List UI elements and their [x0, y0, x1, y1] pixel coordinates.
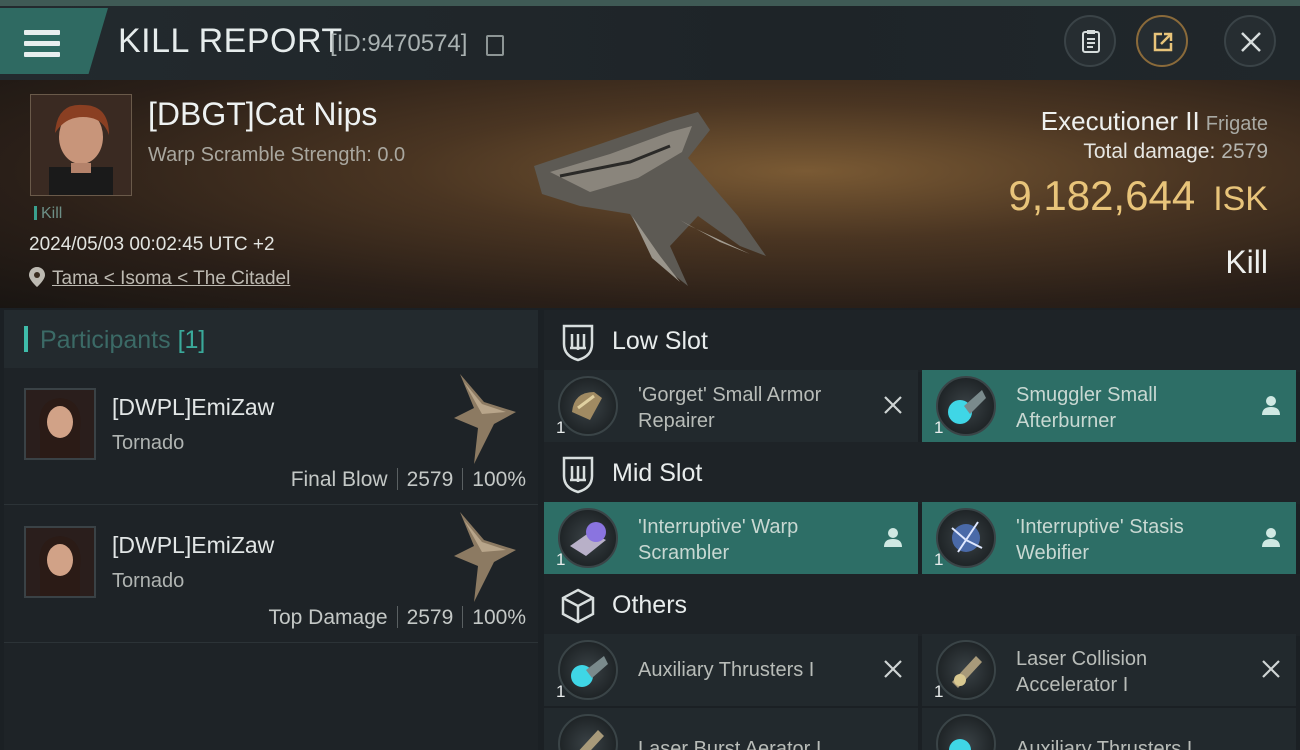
- module-item[interactable]: 1 'Interruptive' Stasis Webifier: [922, 502, 1296, 574]
- module-quantity: 1: [556, 550, 566, 569]
- ship-class: Frigate: [1205, 113, 1268, 135]
- page-title: KILL REPORT: [118, 22, 343, 60]
- module-icon: [936, 640, 996, 700]
- kill-tag: Kill: [34, 205, 62, 223]
- person-icon: [1262, 396, 1280, 415]
- module-quantity: 1: [934, 418, 944, 437]
- x-icon: [884, 396, 902, 414]
- victim-name[interactable]: [DBGT]Cat Nips: [148, 96, 377, 133]
- participant-ship: Tornado: [112, 570, 185, 592]
- module-quantity: 1: [556, 418, 566, 437]
- copy-icon[interactable]: [486, 35, 504, 56]
- participants-label: Participants: [40, 326, 171, 354]
- module-name: Laser Collision Accelerator I: [1016, 648, 1148, 696]
- module-icon: [558, 640, 618, 700]
- location-pin-icon: [29, 267, 45, 287]
- kill-result: Kill: [1225, 244, 1268, 280]
- participants-count: [1]: [177, 326, 206, 354]
- module-item[interactable]: 1 'Interruptive' Warp Scrambler: [544, 502, 918, 574]
- module-name: Laser Burst Aerator I: [638, 738, 822, 750]
- victim-ship-image[interactable]: [520, 96, 770, 291]
- module-item[interactable]: 1 'Gorget' Small Armor Repairer: [544, 370, 918, 442]
- report-id: [ID:9470574]: [330, 30, 468, 57]
- module-icon: [558, 508, 618, 568]
- module-quantity: 1: [556, 682, 566, 701]
- participant-ship-image: [454, 512, 516, 602]
- participant-ship-image: [454, 374, 516, 464]
- low-slot-label: Low Slot: [612, 327, 708, 355]
- module-item[interactable]: Laser Burst Aerator I: [544, 708, 918, 750]
- module-item[interactable]: 1 Laser Collision Accelerator I: [922, 634, 1296, 706]
- clipboard-button[interactable]: [1064, 15, 1116, 67]
- hamburger-menu-icon: [24, 30, 60, 60]
- x-icon: [884, 660, 902, 678]
- module-name: Auxiliary Thrusters I: [1016, 738, 1193, 750]
- participant-row[interactable]: [DWPL]EmiZaw Tornado Top Damage 2579 100%: [4, 508, 538, 643]
- isk-value: 9,182,644 ISK: [1008, 172, 1268, 219]
- participants-panel: Participants [1] [DWPL]EmiZaw Tornado Fi…: [4, 310, 538, 750]
- participant-ship: Tornado: [112, 432, 185, 454]
- module-icon: [936, 376, 996, 436]
- participant-avatar[interactable]: [24, 388, 96, 460]
- participant-avatar[interactable]: [24, 526, 96, 598]
- x-icon: [1262, 660, 1280, 678]
- slot-shield-icon: [562, 324, 594, 362]
- module-icon: [936, 714, 996, 750]
- others-label: Others: [612, 591, 688, 619]
- location-link[interactable]: Tama < Isoma < The Citadel: [52, 268, 290, 290]
- participant-name[interactable]: [DWPL]EmiZaw: [112, 394, 274, 421]
- module-name: Auxiliary Thrusters I: [638, 659, 815, 681]
- participant-row[interactable]: [DWPL]EmiZaw Tornado Final Blow 2579 100%: [4, 370, 538, 505]
- module-name: 'Interruptive' Stasis Webifier: [1016, 516, 1184, 564]
- low-slot-header: Low Slot: [544, 310, 1300, 372]
- mid-slot-header: Mid Slot: [544, 442, 1300, 504]
- module-item[interactable]: 1 Auxiliary Thrusters I: [544, 634, 918, 706]
- module-quantity: 1: [934, 682, 944, 701]
- module-name: 'Interruptive' Warp Scrambler: [638, 516, 799, 564]
- kill-datetime: 2024/05/03 00:02:45 UTC +2: [29, 234, 275, 255]
- share-button[interactable]: [1136, 15, 1188, 67]
- person-icon: [884, 528, 902, 547]
- others-header: Others: [544, 574, 1300, 636]
- participant-stats: Top Damage 2579 100%: [268, 606, 526, 629]
- module-icon: [936, 508, 996, 568]
- mid-slot-label: Mid Slot: [612, 459, 703, 487]
- victim-avatar[interactable]: [30, 94, 132, 196]
- module-item[interactable]: Auxiliary Thrusters I: [922, 708, 1296, 750]
- clipboard-icon: [1082, 30, 1100, 53]
- total-damage: Total damage: 2579: [1083, 140, 1268, 163]
- module-icon: [558, 714, 618, 750]
- module-item[interactable]: 1 Smuggler Small Afterburner: [922, 370, 1296, 442]
- module-name: Smuggler Small Afterburner: [1016, 384, 1158, 432]
- close-button[interactable]: [1224, 15, 1276, 67]
- person-icon: [1262, 528, 1280, 547]
- ship-name[interactable]: Executioner II Frigate: [1041, 106, 1268, 137]
- close-icon: [1241, 32, 1261, 52]
- warp-scramble-strength: Warp Scramble Strength: 0.0: [148, 144, 406, 166]
- participants-header: Participants [1]: [4, 310, 538, 368]
- slot-shield-icon: [562, 456, 594, 494]
- share-icon: [1153, 32, 1173, 52]
- module-name: 'Gorget' Small Armor Repairer: [638, 384, 822, 432]
- participant-stats: Final Blow 2579 100%: [290, 468, 526, 491]
- module-icon: [558, 376, 618, 436]
- module-quantity: 1: [934, 550, 944, 569]
- cube-icon: [561, 588, 595, 624]
- participant-name[interactable]: [DWPL]EmiZaw: [112, 532, 274, 559]
